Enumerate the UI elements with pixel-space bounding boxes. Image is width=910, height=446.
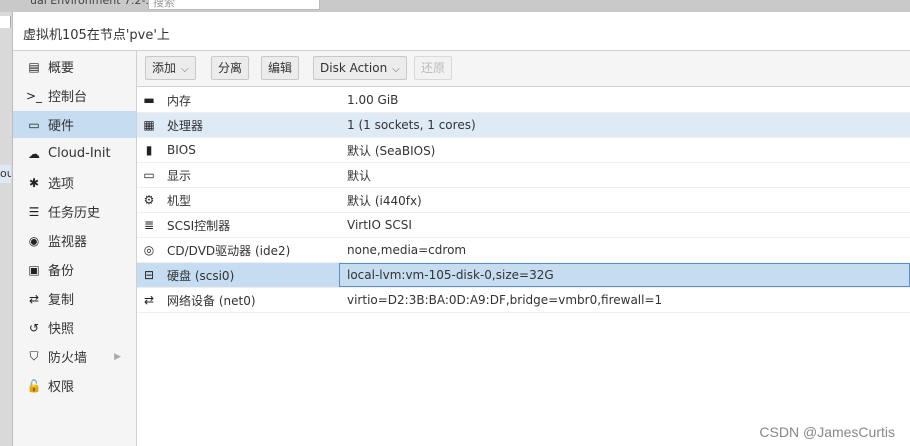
nav-item-summary[interactable]: ▤ 概要 — [13, 53, 136, 80]
edit-button-label: 编辑 — [268, 61, 293, 75]
revert-button[interactable]: 还原 — [414, 56, 453, 80]
resource-tree-edge: ou — [0, 12, 13, 446]
page-title: 虚拟机105在节点'pve'上 — [23, 28, 170, 43]
nav-item-label: 任务历史 — [48, 206, 101, 221]
hdd-icon: ⊟ — [143, 268, 155, 282]
database-icon: ≣ — [143, 218, 155, 232]
hardware-value: 1.00 GiB — [347, 93, 399, 107]
nav-item-task-history[interactable]: ☰ 任务历史 — [13, 198, 136, 225]
add-button[interactable]: 添加 ⌵ — [145, 56, 196, 80]
hardware-value: 默认 (SeaBIOS) — [347, 143, 436, 158]
nav-item-options[interactable]: ✱ 选项 — [13, 169, 136, 196]
eye-icon: ◉ — [28, 233, 40, 248]
nav-item-label: 防火墙 — [48, 351, 88, 366]
hardware-name: 内存 — [167, 93, 192, 108]
nav-item-cloud-init[interactable]: ☁ Cloud-Init — [13, 140, 136, 167]
hardware-value: none,media=cdrom — [347, 243, 467, 257]
nav-item-replication[interactable]: ⇄ 复制 — [13, 285, 136, 312]
hardware-name: 机型 — [167, 193, 192, 208]
memory-icon: ▬ — [143, 93, 155, 107]
cpu-icon: ▦ — [143, 118, 155, 132]
nav-item-permissions[interactable]: 🔓 权限 — [13, 372, 136, 399]
nav-item-label: 监视器 — [48, 235, 88, 250]
nav-item-label: 权限 — [48, 380, 75, 395]
disk-action-button-label: Disk Action — [320, 61, 388, 75]
revert-button-label: 还原 — [421, 61, 446, 75]
hardware-row-cdrom[interactable]: ◎ CD/DVD驱动器 (ide2) none,media=cdrom — [137, 238, 910, 263]
detach-button-label: 分离 — [218, 61, 243, 75]
cloud-icon: ☁ — [28, 146, 40, 161]
nav-item-console[interactable]: >_ 控制台 — [13, 82, 136, 109]
nav-item-label: Cloud-Init — [48, 146, 111, 161]
nav-item-firewall[interactable]: ⛉ 防火墙 ▶ — [13, 343, 136, 370]
nav-item-snapshots[interactable]: ↺ 快照 — [13, 314, 136, 341]
tree-item-partial[interactable]: ou — [0, 165, 11, 183]
exchange-icon: ⇄ — [143, 293, 155, 307]
hardware-name: BIOS — [167, 143, 196, 157]
hardware-toolbar: 添加 ⌵ 分离 编辑 Disk Action ⌵ 还原 — [137, 51, 910, 87]
hardware-row-machine[interactable]: ⚙ 机型 默认 (i440fx) — [137, 188, 910, 213]
microchip-icon: ▮ — [145, 143, 153, 157]
retweet-icon: ⇄ — [28, 291, 40, 306]
hardware-name: 显示 — [167, 168, 192, 183]
monitor-icon: ▭ — [28, 117, 40, 132]
shield-icon: ⛉ — [29, 349, 39, 363]
search-input[interactable]: 搜索 — [148, 0, 320, 10]
hardware-panel: 添加 ⌵ 分离 编辑 Disk Action ⌵ 还原 ▬ 内存 1.00 GiB … — [137, 51, 910, 446]
nav-item-hardware[interactable]: ▭ 硬件 — [13, 111, 136, 138]
hardware-value: 1 (1 sockets, 1 cores) — [347, 118, 476, 132]
detach-button[interactable]: 分离 — [211, 56, 250, 80]
nav-item-label: 复制 — [48, 293, 75, 308]
top-strip: ual Environment 7.2-3 搜索 — [0, 0, 910, 12]
hardware-name: SCSI控制器 — [167, 218, 231, 233]
cdrom-icon: ◎ — [143, 243, 155, 257]
list-icon: ☰ — [28, 204, 40, 219]
hardware-row-network[interactable]: ⇄ 网络设备 (net0) virtio=D2:3B:BA:0D:A9:DF,b… — [137, 288, 910, 313]
hardware-row-scsi-controller[interactable]: ≣ SCSI控制器 VirtIO SCSI — [137, 213, 910, 238]
floppy-icon: ▣ — [28, 262, 40, 277]
display-icon: ▭ — [143, 168, 155, 182]
unlock-icon: 🔓 — [26, 378, 42, 393]
watermark: CSDN @JamesCurtis — [759, 424, 895, 440]
terminal-icon: >_ — [26, 88, 43, 103]
nav-item-label: 概要 — [48, 61, 75, 76]
hardware-row-processor[interactable]: ▦ 处理器 1 (1 sockets, 1 cores) — [137, 113, 910, 138]
hardware-name: CD/DVD驱动器 (ide2) — [167, 243, 291, 258]
edit-button[interactable]: 编辑 — [261, 56, 300, 80]
nav-item-monitor[interactable]: ◉ 监视器 — [13, 227, 136, 254]
chevron-down-icon: ⌵ — [181, 64, 189, 75]
nav-item-label: 备份 — [48, 264, 75, 279]
nav-item-backup[interactable]: ▣ 备份 — [13, 256, 136, 283]
tree-scroll-edge — [0, 16, 11, 28]
hardware-name: 硬盘 (scsi0) — [167, 268, 235, 283]
hardware-value: 默认 — [347, 168, 372, 183]
panel-header: 虚拟机105在节点'pve'上 — [13, 12, 910, 51]
nav-item-label: 快照 — [48, 322, 75, 337]
hardware-row-memory[interactable]: ▬ 内存 1.00 GiB — [137, 88, 910, 113]
expand-arrow-icon[interactable]: ▶ — [114, 352, 121, 362]
book-icon: ▤ — [28, 59, 40, 74]
hardware-value: VirtIO SCSI — [347, 218, 412, 232]
vm-nav-sidebar: ▤ 概要 >_ 控制台 ▭ 硬件 ☁ Cloud-Init ✱ 选项 ☰ 任务历… — [13, 51, 137, 446]
nav-item-label: 控制台 — [48, 90, 88, 105]
hardware-value: virtio=D2:3B:BA:0D:A9:DF,bridge=vmbr0,fi… — [347, 293, 663, 307]
disk-action-button[interactable]: Disk Action ⌵ — [313, 56, 407, 80]
history-icon: ↺ — [28, 320, 40, 335]
hardware-name: 处理器 — [167, 118, 204, 133]
hardware-row-bios[interactable]: ▮ BIOS 默认 (SeaBIOS) — [137, 138, 910, 163]
cogs-icon: ⚙ — [143, 193, 155, 207]
environment-title: ual Environment 7.2-3 — [30, 0, 153, 7]
chevron-down-icon: ⌵ — [392, 64, 400, 75]
hardware-value: 默认 (i440fx) — [347, 193, 422, 208]
hardware-row-display[interactable]: ▭ 显示 默认 — [137, 163, 910, 188]
hardware-name: 网络设备 (net0) — [167, 293, 256, 308]
hardware-value: local-lvm:vm-105-disk-0,size=32G — [347, 268, 554, 282]
gear-icon: ✱ — [28, 175, 40, 190]
nav-item-label: 硬件 — [48, 119, 75, 134]
hardware-row-hard-disk[interactable]: ⊟ 硬盘 (scsi0) local-lvm:vm-105-disk-0,siz… — [137, 263, 910, 288]
add-button-label: 添加 — [152, 61, 177, 75]
nav-item-label: 选项 — [48, 177, 75, 192]
